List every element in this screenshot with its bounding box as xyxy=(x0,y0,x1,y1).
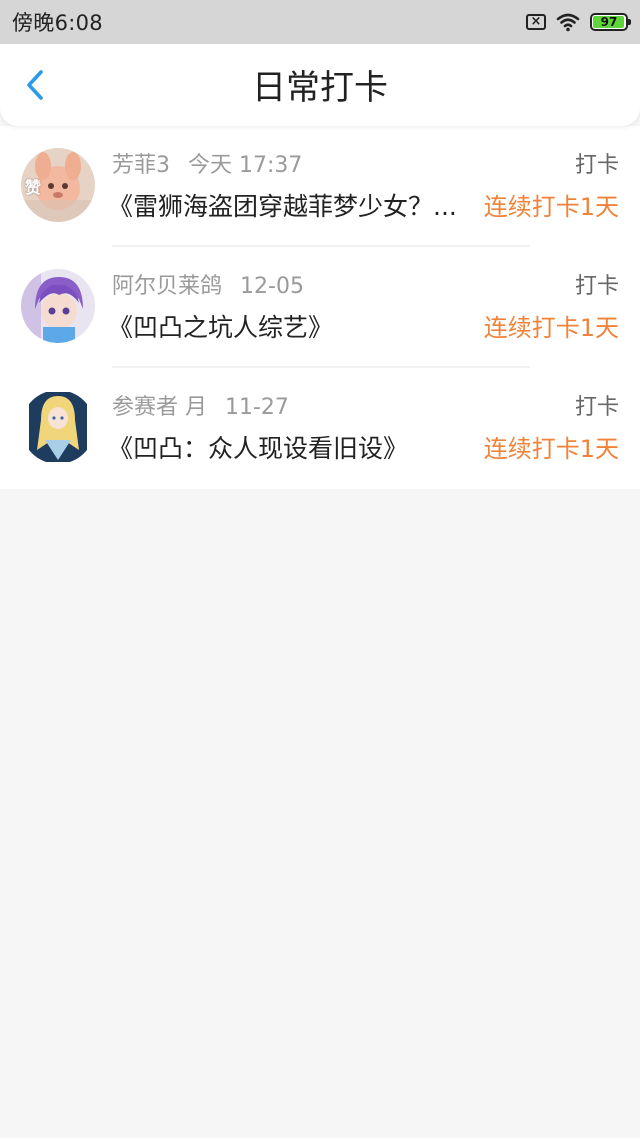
streak-label: 连续打卡1天 xyxy=(483,193,619,221)
avatar[interactable] xyxy=(21,390,95,464)
avatar[interactable] xyxy=(21,269,95,343)
battery-level: 97 xyxy=(600,15,618,29)
avatar-badge: 赞 xyxy=(25,178,42,197)
user-name[interactable]: 阿尔贝莱鸽 xyxy=(112,274,222,299)
list-item[interactable]: 参赛者 月 11-27 打卡 《凹凸：众人现设看旧设》 连续打卡1天 xyxy=(0,368,640,489)
checkin-date: 12-05 xyxy=(240,274,304,299)
page-title: 日常打卡 xyxy=(252,68,388,108)
battery-icon: 97 xyxy=(590,13,631,31)
checkin-list: 赞 芳菲3 今天 17:37 打卡 《雷狮海盗团穿越菲梦少女？... 连续打卡1天… xyxy=(0,126,640,489)
item-title[interactable]: 《凹凸：众人现设看旧设》 xyxy=(108,432,480,466)
status-icons: × 97 xyxy=(526,12,631,32)
wifi-icon xyxy=(556,12,580,32)
status-time: 傍晚6:08 xyxy=(12,11,103,35)
list-item[interactable]: 阿尔贝莱鸽 12-05 打卡 《凹凸之坑人综艺》 连续打卡1天 xyxy=(0,247,640,368)
meta-line: 参赛者 月 11-27 xyxy=(112,394,289,422)
no-sim-icon: × xyxy=(526,14,546,30)
action-label: 打卡 xyxy=(574,274,619,299)
streak-label: 连续打卡1天 xyxy=(483,435,619,463)
meta-line: 芳菲3 今天 17:37 xyxy=(112,152,302,180)
avatar[interactable]: 赞 xyxy=(21,148,95,222)
action-label: 打卡 xyxy=(574,153,619,178)
item-title[interactable]: 《雷狮海盗团穿越菲梦少女？... xyxy=(108,190,480,224)
checkin-date: 11-27 xyxy=(225,395,289,420)
item-title[interactable]: 《凹凸之坑人综艺》 xyxy=(108,311,480,345)
meta-line: 阿尔贝莱鸽 12-05 xyxy=(112,273,304,301)
list-item[interactable]: 赞 芳菲3 今天 17:37 打卡 《雷狮海盗团穿越菲梦少女？... 连续打卡1天 xyxy=(0,126,640,247)
user-name[interactable]: 芳菲3 xyxy=(112,153,170,178)
user-name[interactable]: 参赛者 月 xyxy=(112,395,207,420)
streak-label: 连续打卡1天 xyxy=(483,314,619,342)
action-label: 打卡 xyxy=(574,395,619,420)
status-bar: 傍晚6:08 × 97 xyxy=(0,0,640,44)
checkin-date: 今天 17:37 xyxy=(188,153,303,178)
header: 日常打卡 xyxy=(0,44,640,126)
